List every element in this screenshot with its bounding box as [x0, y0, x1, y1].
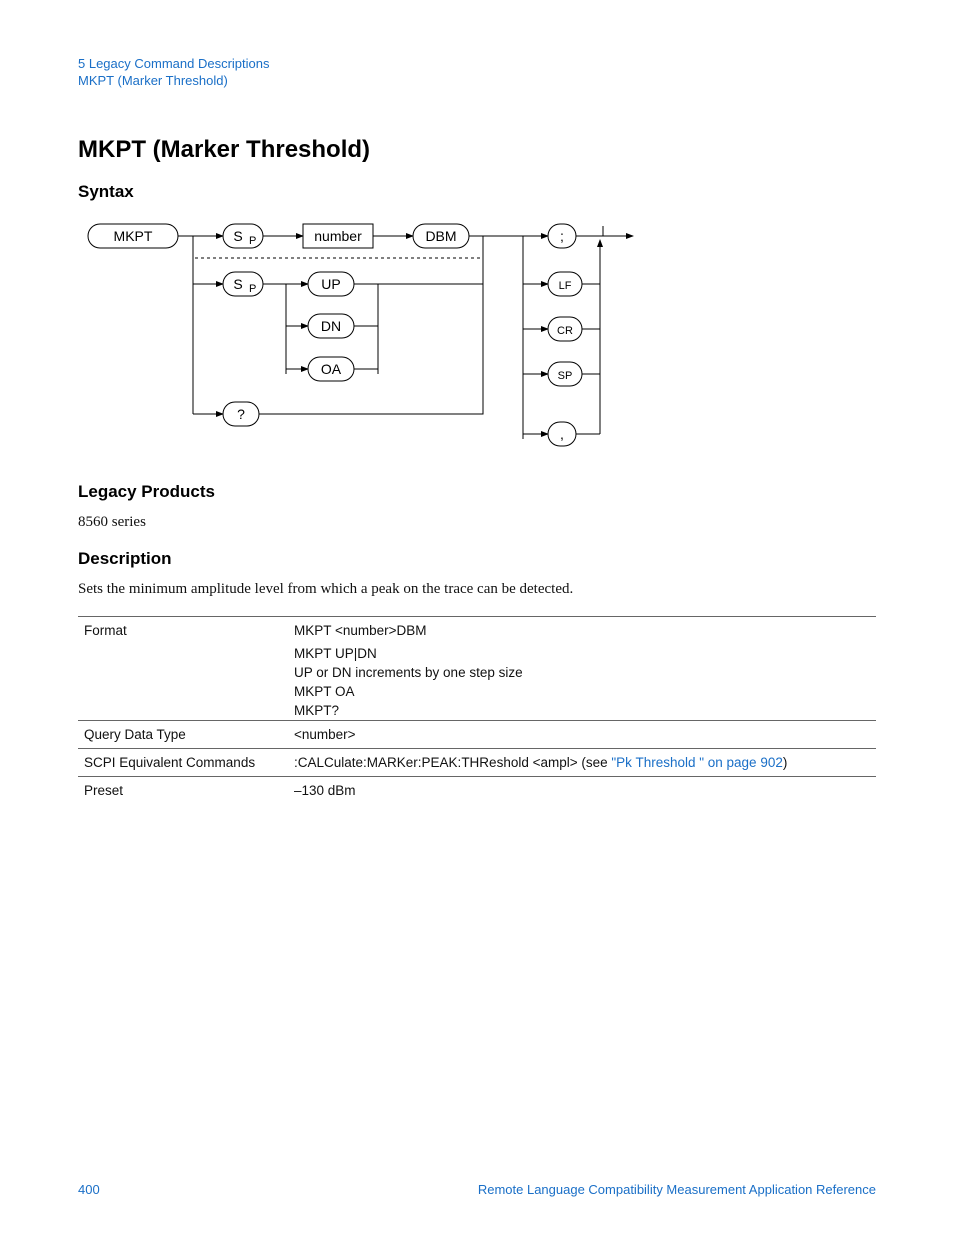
node-sp2-sub: P	[249, 283, 256, 295]
node-sp2: S	[233, 276, 242, 292]
footer-reference: Remote Language Compatibility Measuremen…	[478, 1182, 876, 1197]
footer-page-number: 400	[78, 1182, 100, 1197]
node-dbm: DBM	[425, 228, 456, 244]
node-cr: CR	[557, 325, 573, 337]
link-pk-threshold[interactable]: "Pk Threshold " on page 902	[611, 755, 782, 770]
description-text: Sets the minimum amplitude level from wh…	[78, 581, 876, 598]
table-row: SCPI Equivalent Commands :CALCulate:MARK…	[78, 749, 876, 777]
cell-value: –130 dBm	[288, 777, 876, 805]
node-oa: OA	[321, 361, 342, 377]
node-mkpt: MKPT	[114, 228, 153, 244]
node-spterm: SP	[558, 370, 573, 382]
breadcrumb-chapter: 5 Legacy Command Descriptions	[78, 56, 876, 71]
cell-value: MKPT <number>DBM	[288, 617, 876, 645]
node-semicolon: ;	[560, 228, 564, 244]
cell-label: Preset	[78, 777, 288, 805]
table-row: Format MKPT <number>DBM	[78, 617, 876, 645]
table-row: MKPT?	[78, 701, 876, 721]
node-dn: DN	[321, 318, 341, 334]
node-sp1: S	[233, 228, 242, 244]
cell-value: :CALCulate:MARKer:PEAK:THReshold <ampl> …	[288, 749, 876, 777]
cell-value: <number>	[288, 721, 876, 749]
cell-label	[78, 663, 288, 682]
table-row: UP or DN increments by one step size	[78, 663, 876, 682]
breadcrumb-topic: MKPT (Marker Threshold)	[78, 73, 876, 88]
table-row: MKPT UP|DN	[78, 644, 876, 663]
node-sp1-sub: P	[249, 235, 256, 247]
scpi-suffix: )	[783, 755, 788, 770]
section-syntax-heading: Syntax	[78, 182, 876, 202]
spec-table: Format MKPT <number>DBM MKPT UP|DN UP or…	[78, 616, 876, 804]
table-row: Preset –130 dBm	[78, 777, 876, 805]
node-comma: ,	[560, 426, 564, 442]
section-description-heading: Description	[78, 549, 876, 569]
cell-label	[78, 682, 288, 701]
node-lf: LF	[559, 280, 572, 292]
cell-label: SCPI Equivalent Commands	[78, 749, 288, 777]
cell-label	[78, 644, 288, 663]
node-number: number	[314, 228, 362, 244]
page-footer: 400 Remote Language Compatibility Measur…	[78, 1182, 876, 1197]
cell-value: MKPT UP|DN	[288, 644, 876, 663]
syntax-diagram: MKPT S P number DBM ;	[78, 214, 638, 464]
scpi-prefix: :CALCulate:MARKer:PEAK:THReshold <ampl> …	[294, 755, 611, 770]
cell-label	[78, 701, 288, 721]
cell-value: UP or DN increments by one step size	[288, 663, 876, 682]
table-row: MKPT OA	[78, 682, 876, 701]
legacy-products-text: 8560 series	[78, 514, 876, 531]
node-query: ?	[237, 406, 245, 422]
cell-value: MKPT?	[288, 701, 876, 721]
cell-value: MKPT OA	[288, 682, 876, 701]
page-title: MKPT (Marker Threshold)	[78, 136, 876, 164]
node-up: UP	[321, 276, 340, 292]
cell-label: Format	[78, 617, 288, 645]
table-row: Query Data Type <number>	[78, 721, 876, 749]
cell-label: Query Data Type	[78, 721, 288, 749]
section-legacy-heading: Legacy Products	[78, 482, 876, 502]
